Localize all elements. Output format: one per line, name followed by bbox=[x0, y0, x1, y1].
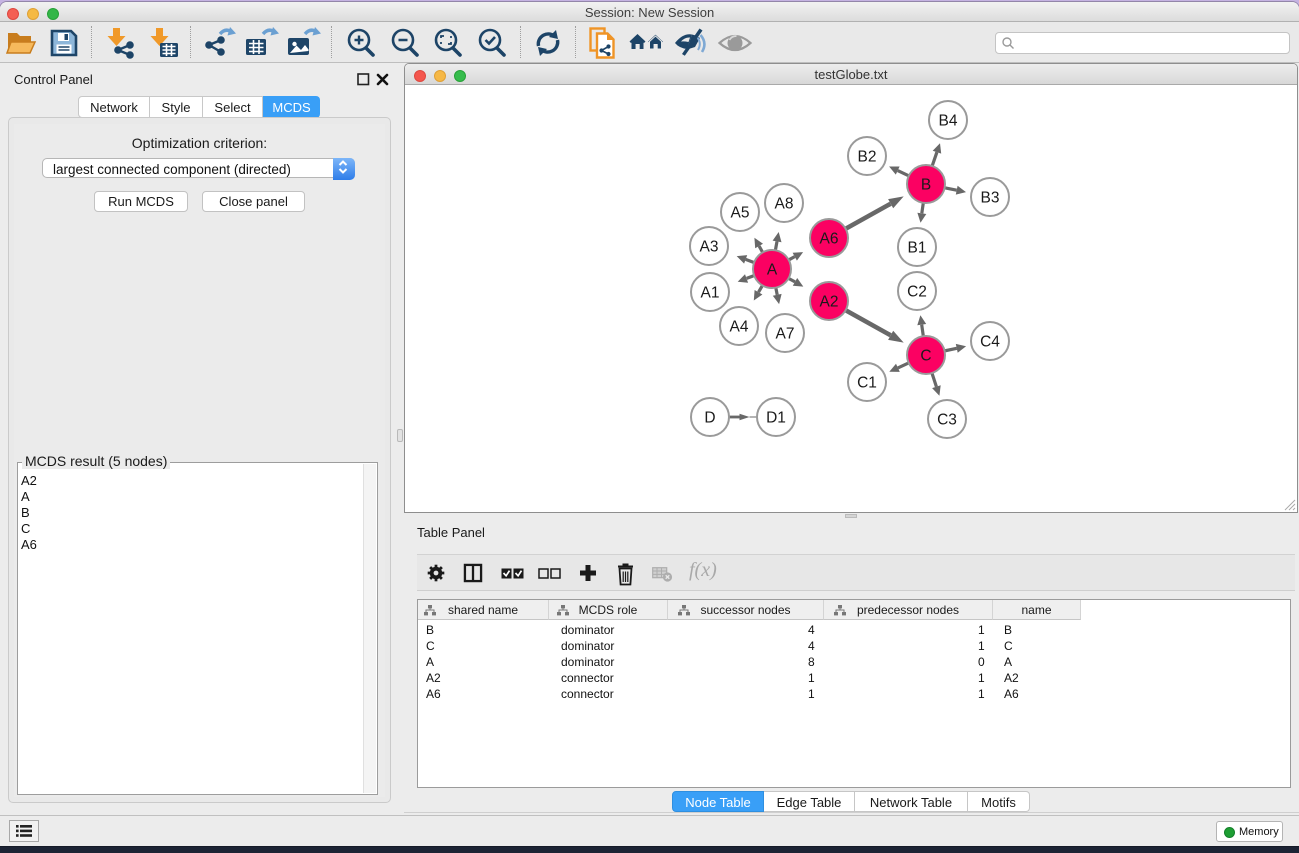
svg-text:B1: B1 bbox=[908, 240, 927, 257]
svg-text:C4: C4 bbox=[980, 334, 1000, 351]
svg-text:B4: B4 bbox=[939, 113, 958, 130]
svg-text:A: A bbox=[767, 262, 778, 279]
svg-text:B: B bbox=[921, 177, 931, 194]
svg-text:C3: C3 bbox=[937, 412, 957, 429]
svg-text:A5: A5 bbox=[731, 205, 750, 222]
svg-text:A7: A7 bbox=[776, 326, 795, 343]
svg-text:B3: B3 bbox=[981, 190, 1000, 207]
svg-text:C1: C1 bbox=[857, 375, 877, 392]
svg-text:A8: A8 bbox=[775, 196, 794, 213]
svg-text:B2: B2 bbox=[858, 149, 877, 166]
svg-text:A6: A6 bbox=[820, 231, 839, 248]
svg-text:A4: A4 bbox=[730, 319, 749, 336]
svg-text:A1: A1 bbox=[701, 285, 720, 302]
svg-text:A2: A2 bbox=[820, 294, 839, 311]
svg-text:A3: A3 bbox=[700, 239, 719, 256]
svg-text:D: D bbox=[704, 410, 715, 427]
svg-text:D1: D1 bbox=[766, 410, 786, 427]
svg-text:C2: C2 bbox=[907, 284, 927, 301]
svg-text:C: C bbox=[920, 348, 931, 365]
